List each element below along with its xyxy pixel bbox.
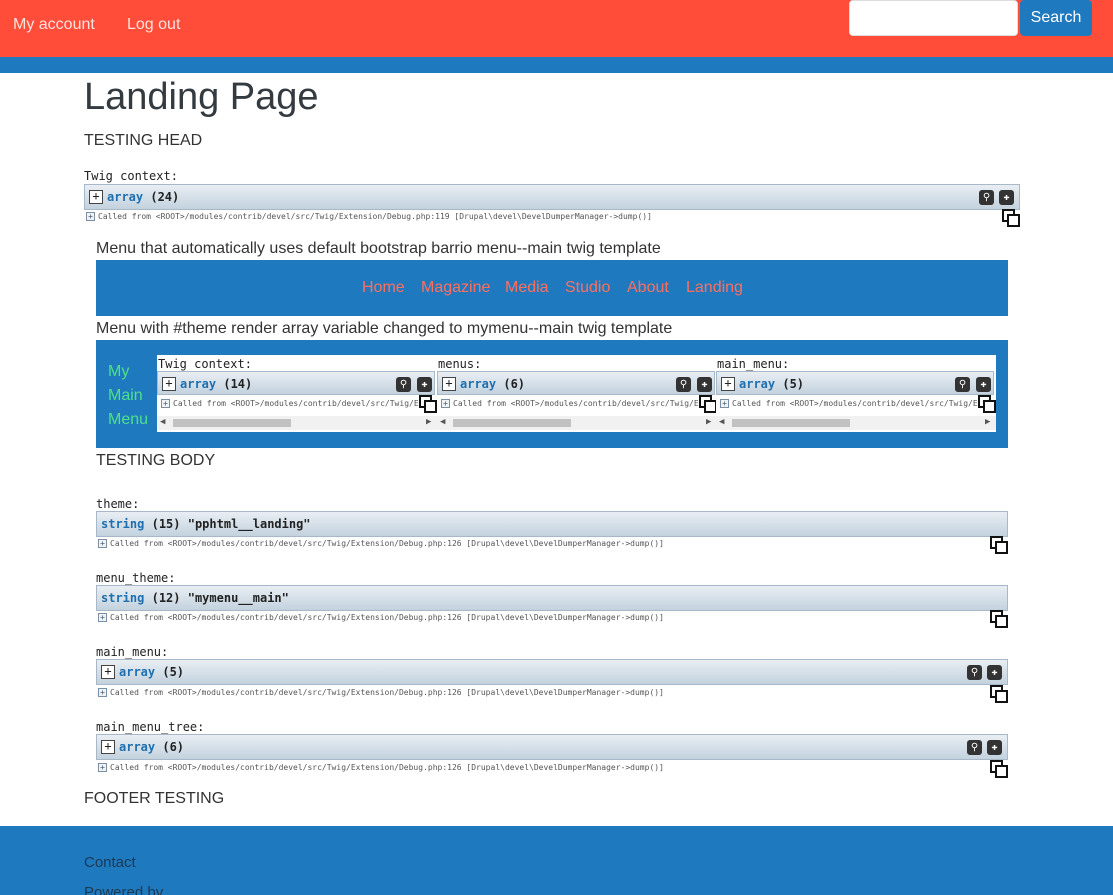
dump-bar[interactable]: + array (5) ⚲ ✚ — [96, 659, 1008, 685]
my-account-link[interactable]: My account — [13, 16, 95, 34]
called-from-text: + Called from <ROOT>/modules/contrib/deve… — [98, 613, 664, 622]
twig-context-label: Twig context: — [84, 169, 178, 183]
dump-bar[interactable]: + array (6) ⚲ ✚ — [96, 734, 1008, 760]
duplicate-icon[interactable] — [990, 610, 1008, 628]
dump-bar[interactable]: + array (5) ⚲ ✚ — [716, 371, 994, 395]
duplicate-icon[interactable] — [990, 685, 1008, 703]
main-menu-panel: main_menu: + array (5) ⚲ ✚ + Called from … — [716, 355, 996, 432]
expand-toggle-icon[interactable]: + — [89, 190, 103, 204]
expand-toggle-icon[interactable]: + — [721, 377, 735, 391]
header-band — [0, 57, 1113, 73]
footer-contact-link[interactable]: Contact — [84, 854, 136, 871]
search-zoom-icon[interactable]: ⚲ — [979, 190, 994, 205]
search-button[interactable]: Search — [1020, 0, 1092, 36]
search-zoom-icon[interactable]: ⚲ — [967, 665, 982, 680]
menu-item-studio[interactable]: Studio — [565, 279, 610, 297]
log-out-link[interactable]: Log out — [127, 16, 180, 34]
dump-label: menu_theme: — [96, 571, 176, 585]
menu-item-about[interactable]: About — [627, 279, 669, 297]
dump-bar[interactable]: + array (6) ⚲ ✚ — [437, 371, 715, 395]
expand-toggle-icon[interactable]: + — [101, 665, 115, 679]
dump-label: main_menu_tree: — [96, 720, 205, 734]
site-footer: Contact Powered by — [0, 826, 1113, 895]
expand-toggle-icon[interactable]: + — [101, 740, 115, 754]
expand-toggle-icon[interactable]: + — [442, 377, 456, 391]
horizontal-scrollbar[interactable]: ◀ ▶ — [157, 416, 437, 430]
called-from-text: + Called from <ROOT>/modules/contrib/deve… — [98, 763, 664, 772]
menu-item-magazine[interactable]: Magazine — [421, 279, 490, 297]
expand-toggle-icon[interactable]: + — [86, 212, 95, 221]
menu-item-landing[interactable]: Landing — [686, 279, 743, 297]
duplicate-icon[interactable] — [1002, 209, 1020, 227]
expand-all-icon[interactable]: ✚ — [417, 377, 432, 392]
expand-toggle-icon[interactable]: + — [162, 377, 176, 391]
expand-all-icon[interactable]: ✚ — [697, 377, 712, 392]
called-from-text: + Called from <ROOT>/modules/contrib/deve… — [98, 539, 664, 548]
testing-head-text: TESTING HEAD — [84, 132, 203, 149]
duplicate-icon[interactable] — [990, 536, 1008, 554]
menu1-caption: Menu that automatically uses default boo… — [96, 240, 661, 257]
dump-bar[interactable]: + array (14) ⚲ ✚ — [157, 371, 435, 395]
called-from-text: + Called from <ROOT>/modules/contrib/deve… — [98, 688, 664, 697]
expand-all-icon[interactable]: ✚ — [976, 377, 991, 392]
dump-bar[interactable]: string (12) "mymenu__main" — [96, 585, 1008, 611]
search-zoom-icon[interactable]: ⚲ — [676, 377, 691, 392]
mymenu-title: My Main Menu — [108, 363, 149, 428]
twig-context-panel: Twig context: + array (14) ⚲ ✚ + Called f… — [157, 355, 437, 432]
expand-all-icon[interactable]: ✚ — [987, 665, 1002, 680]
dump-type: array — [107, 190, 144, 204]
expand-all-icon[interactable]: ✚ — [987, 740, 1002, 755]
menu-item-home[interactable]: Home — [362, 279, 405, 297]
footer-testing-text: FOOTER TESTING — [84, 790, 225, 807]
duplicate-icon[interactable] — [990, 760, 1008, 778]
horizontal-scrollbar[interactable]: ◀ ▶ — [437, 416, 717, 430]
search-input[interactable] — [849, 0, 1018, 36]
duplicate-icon[interactable] — [699, 395, 717, 413]
search-zoom-icon[interactable]: ⚲ — [396, 377, 411, 392]
menu2-caption: Menu with #theme render array variable c… — [96, 320, 673, 337]
mymenu-main: My Main Menu Twig context: + array (14) … — [96, 340, 1008, 448]
duplicate-icon[interactable] — [419, 395, 437, 413]
menu-item-media[interactable]: Media — [505, 279, 549, 297]
called-from-text: + Called from <ROOT>/modules/contrib/deve… — [86, 212, 652, 221]
horizontal-scrollbar[interactable]: ◀ ▶ — [716, 416, 996, 430]
top-dump-bar[interactable]: + array (24) ⚲ ✚ — [84, 184, 1020, 210]
expand-all-icon[interactable]: ✚ — [999, 190, 1014, 205]
dump-label: main_menu: — [96, 645, 169, 659]
top-navbar: My account Log out Search — [0, 0, 1113, 57]
menus-panel: menus: + array (6) ⚲ ✚ + Called from <ROO… — [437, 355, 717, 432]
duplicate-icon[interactable] — [978, 395, 996, 413]
main-menu-default: Home Magazine Media Studio About Landing — [96, 260, 1008, 316]
dump-count: (24) — [150, 190, 180, 204]
dump-label: theme: — [96, 497, 140, 511]
page-title: Landing Page — [84, 76, 319, 118]
testing-body-text: TESTING BODY — [96, 452, 216, 469]
search-zoom-icon[interactable]: ⚲ — [967, 740, 982, 755]
search-zoom-icon[interactable]: ⚲ — [955, 377, 970, 392]
powered-by-text: Powered by — [84, 884, 164, 895]
dump-bar[interactable]: string (15) "pphtml__landing" — [96, 511, 1008, 537]
